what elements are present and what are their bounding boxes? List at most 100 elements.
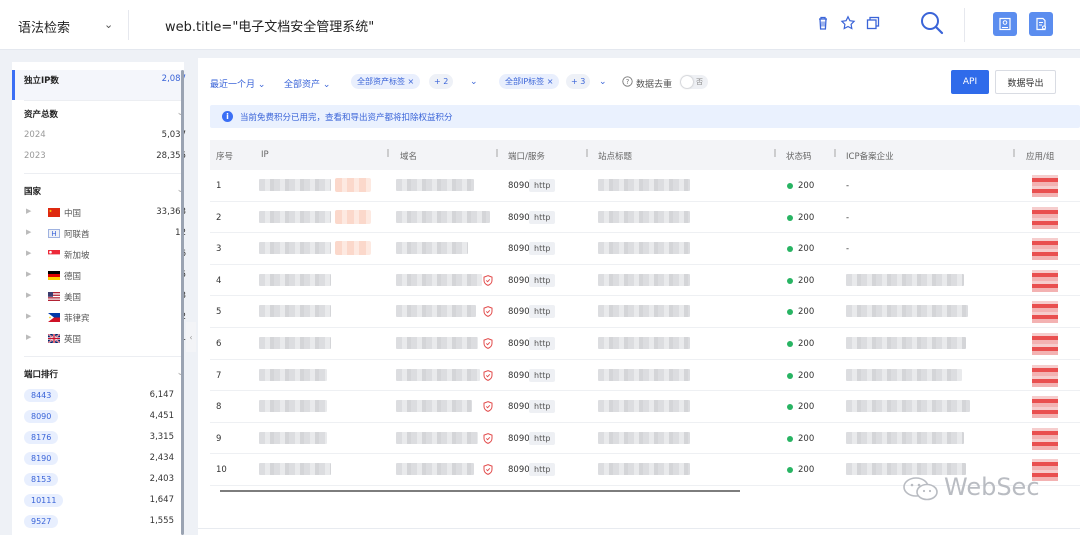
asset-tag-chip[interactable]: 全部资产标签 × [351, 74, 421, 89]
app-component-redacted[interactable] [1032, 206, 1058, 229]
port-value[interactable]: 8090 [508, 402, 530, 412]
service-badge[interactable]: http [529, 273, 556, 287]
site-title-redacted[interactable] [598, 337, 690, 349]
service-badge[interactable]: http [529, 368, 556, 382]
domain-value-redacted[interactable] [396, 305, 476, 318]
ip-value-redacted[interactable] [259, 463, 331, 476]
assets-year-row[interactable]: 2024 5,037 [24, 130, 186, 144]
unique-ip-row[interactable]: 独立IP数 2,087 [24, 74, 186, 88]
table-horizontal-scrollbar[interactable] [220, 490, 740, 492]
app-component-redacted[interactable] [1032, 427, 1058, 450]
domain-value-redacted[interactable] [396, 210, 490, 223]
app-component-redacted[interactable] [1032, 301, 1058, 324]
ip-value-redacted[interactable] [259, 242, 331, 255]
chevron-down-icon[interactable]: ⌄ [470, 77, 478, 87]
table-row[interactable]: 8 8090 http 200 [210, 391, 1080, 423]
port-value[interactable]: 8090 [508, 371, 530, 381]
country-item-cn[interactable]: ▶ 中国 33,363 [24, 207, 186, 221]
port-tag[interactable]: 8090 [24, 410, 59, 423]
site-title-redacted[interactable] [598, 305, 690, 318]
close-icon[interactable]: × [547, 77, 554, 86]
table-row[interactable]: 6 8090 http 200 [210, 328, 1080, 360]
caret-right-icon[interactable]: ▶ [26, 207, 31, 215]
assets-year-row[interactable]: 2023 28,355 [24, 151, 186, 165]
caret-right-icon[interactable]: ▶ [26, 312, 31, 320]
asset-tag-more[interactable]: + 2 [429, 74, 454, 89]
ip-value-redacted[interactable] [259, 400, 327, 413]
port-value[interactable]: 8090 [508, 181, 530, 191]
time-filter[interactable]: 最近一个月 ⌄ [210, 77, 265, 90]
service-badge[interactable]: http [529, 337, 556, 350]
port-tag[interactable]: 9527 [24, 515, 59, 528]
collapse-sidebar-button[interactable]: ‹ [186, 322, 196, 352]
column-resize-icon[interactable]: ‖ [1012, 148, 1016, 157]
star-icon[interactable] [840, 15, 856, 31]
caret-right-icon[interactable]: ▶ [26, 333, 31, 341]
site-title-redacted[interactable] [598, 368, 690, 381]
icp-value-redacted[interactable] [846, 305, 968, 318]
copy-icon[interactable] [865, 15, 881, 31]
port-value[interactable]: 8090 [508, 339, 530, 349]
site-title-redacted[interactable] [598, 463, 690, 476]
port-value[interactable]: 8090 [508, 307, 530, 317]
assets-section-header[interactable]: 资产总数 ⌄ [24, 108, 186, 122]
port-tag[interactable]: 8190 [24, 452, 59, 465]
caret-right-icon[interactable]: ▶ [26, 291, 31, 299]
ip-value-redacted[interactable] [259, 210, 331, 223]
col-header-icp[interactable]: ICP备案企业 [846, 150, 894, 162]
ip-tag-more[interactable]: + 3 [566, 74, 591, 89]
domain-value-redacted[interactable] [396, 242, 468, 255]
trash-icon[interactable] [815, 15, 831, 31]
document-settings-icon[interactable] [1029, 12, 1053, 36]
help-icon[interactable]: ? [622, 76, 633, 87]
country-item-ae[interactable]: ▶ H 阿联酋 12 [24, 228, 186, 242]
service-badge[interactable]: http [529, 210, 556, 224]
search-mode-select[interactable]: 语法检索 [18, 17, 70, 36]
service-badge[interactable]: http [529, 400, 556, 414]
caret-right-icon[interactable]: ▶ [26, 228, 31, 236]
service-badge[interactable]: http [529, 463, 556, 477]
api-button[interactable]: API [951, 70, 989, 94]
domain-value-redacted[interactable] [396, 431, 478, 444]
port-tag[interactable]: 8153 [24, 473, 59, 486]
site-title-redacted[interactable] [598, 179, 690, 191]
domain-value-redacted[interactable] [396, 368, 480, 381]
icp-value-redacted[interactable] [846, 400, 970, 413]
chevron-down-icon[interactable]: ⌄ [104, 18, 113, 31]
domain-value-redacted[interactable] [396, 179, 474, 191]
caret-right-icon[interactable]: ▶ [26, 270, 31, 278]
service-badge[interactable]: http [529, 242, 556, 256]
icp-value-redacted[interactable] [846, 273, 964, 286]
ip-value-redacted[interactable] [259, 179, 331, 191]
port-value[interactable]: 8090 [508, 434, 530, 444]
port-value[interactable]: 8090 [508, 244, 530, 254]
country-item-sg[interactable]: ▶ 新加坡 6 [24, 249, 186, 263]
site-title-redacted[interactable] [598, 400, 690, 413]
search-icon[interactable] [919, 10, 945, 36]
ip-value-redacted[interactable] [259, 368, 327, 381]
column-resize-icon[interactable]: ‖ [773, 148, 777, 157]
table-row[interactable]: 9 8090 http 200 [210, 423, 1080, 455]
table-row[interactable]: 7 8090 http 200 [210, 360, 1080, 392]
col-header-port[interactable]: 端口/服务 [508, 150, 545, 162]
ip-value-redacted[interactable] [259, 337, 331, 349]
domain-value-redacted[interactable] [396, 337, 478, 349]
col-header-title[interactable]: 站点标题 [598, 150, 632, 162]
site-title-redacted[interactable] [598, 242, 690, 255]
export-button[interactable]: 数据导出 [995, 70, 1056, 94]
port-value[interactable]: 8090 [508, 465, 530, 475]
app-component-redacted[interactable] [1032, 238, 1058, 261]
port-section-header[interactable]: 端口排行 ⌄ [24, 368, 186, 382]
table-row[interactable]: 5 8090 http 200 [210, 296, 1080, 328]
profile-card-icon[interactable] [993, 12, 1017, 36]
country-item-gb[interactable]: ▶ 英国 1 [24, 333, 186, 347]
caret-right-icon[interactable]: ▶ [26, 249, 31, 257]
domain-value-redacted[interactable] [396, 400, 472, 413]
table-row[interactable]: 2 8090 http 200 - [210, 202, 1080, 234]
dedupe-toggle[interactable]: 否 [680, 75, 708, 89]
port-value[interactable]: 8090 [508, 276, 530, 286]
site-title-redacted[interactable] [598, 210, 690, 223]
service-badge[interactable]: http [529, 305, 556, 319]
app-component-redacted[interactable] [1032, 269, 1058, 292]
site-title-redacted[interactable] [598, 273, 690, 286]
